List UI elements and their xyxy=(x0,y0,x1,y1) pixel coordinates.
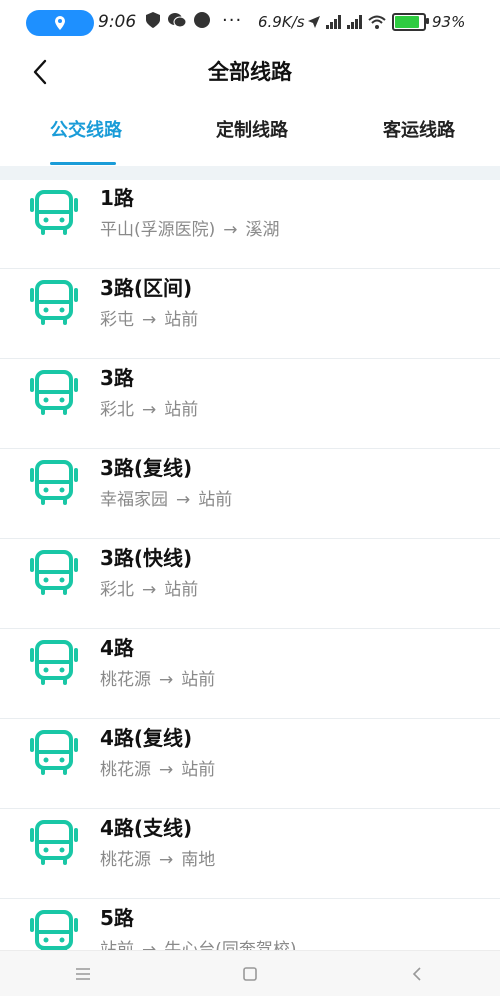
route-path: 桃花源 → 南地 xyxy=(100,845,215,870)
route-item[interactable]: 4路(支线) 桃花源 → 南地 xyxy=(0,808,500,899)
route-origin: 桃花源 xyxy=(100,850,151,870)
location-indicator[interactable] xyxy=(26,10,94,36)
bus-icon xyxy=(30,370,78,415)
menu-button[interactable] xyxy=(63,954,103,994)
route-origin: 桃花源 xyxy=(100,670,151,690)
battery-percent: 93% xyxy=(432,13,466,31)
route-destination: 站前 xyxy=(181,760,216,780)
bus-icon xyxy=(30,820,78,865)
wifi-icon xyxy=(368,15,386,29)
route-origin: 彩屯 xyxy=(100,310,134,330)
section-divider xyxy=(0,166,500,180)
page-title: 全部线路 xyxy=(208,60,292,84)
route-origin: 站前 xyxy=(100,940,134,950)
route-path: 彩北 → 站前 xyxy=(100,575,198,600)
home-square-icon xyxy=(243,966,257,981)
notification-icons xyxy=(146,12,210,28)
route-name: 4路 xyxy=(100,636,134,660)
shield-icon xyxy=(146,12,160,28)
network-speed: 6.9K/s xyxy=(258,13,305,31)
route-destination: 站前 xyxy=(198,490,233,510)
bus-icon xyxy=(30,280,78,325)
route-origin: 桃花源 xyxy=(100,760,151,780)
wechat-icon xyxy=(168,13,186,28)
signal-icon-1 xyxy=(326,15,341,29)
status-bar: 9:06 ··· 6.9K/s 93% xyxy=(0,0,500,44)
route-item[interactable]: 3路(区间) 彩屯 → 站前 xyxy=(0,268,500,359)
route-name: 4路(支线) xyxy=(100,816,193,840)
status-right: 93% xyxy=(308,13,465,31)
route-path: 桃花源 → 站前 xyxy=(100,755,215,780)
route-arrow: → xyxy=(142,310,157,330)
route-name: 4路(复线) xyxy=(100,726,193,750)
bus-icon xyxy=(30,190,78,235)
route-item[interactable]: 3路彩北 → 站前 xyxy=(0,358,500,449)
route-origin: 彩北 xyxy=(100,400,134,420)
bus-icon xyxy=(30,550,78,595)
route-item[interactable]: 1路平山(孚源医院) → 溪湖 xyxy=(0,180,500,269)
location-pin-icon xyxy=(55,16,65,30)
route-destination: 站前 xyxy=(164,400,199,420)
route-item[interactable]: 4路桃花源 → 站前 xyxy=(0,628,500,719)
route-origin: 平山(孚源医院) xyxy=(100,220,216,240)
route-arrow: → xyxy=(223,220,238,240)
route-name: 3路(快线) xyxy=(100,546,193,570)
route-destination: 站前 xyxy=(164,310,199,330)
route-path: 平山(孚源医院) → 溪湖 xyxy=(100,215,280,240)
app-header: 全部线路 xyxy=(0,44,500,100)
home-button[interactable] xyxy=(230,954,270,994)
tab-bus-routes[interactable]: 公交线路 xyxy=(50,116,122,142)
route-path: 幸福家园 → 站前 xyxy=(100,485,232,510)
route-arrow: → xyxy=(159,670,174,690)
route-destination: 站前 xyxy=(181,670,216,690)
nav-back-icon xyxy=(412,966,421,981)
route-destination: 南地 xyxy=(181,850,216,870)
route-destination: 牛心台(同奔驾校) xyxy=(164,940,297,950)
route-type-tabs: 公交线路 定制线路 客运线路 xyxy=(0,100,500,166)
route-name: 3路 xyxy=(100,366,134,390)
route-destination: 站前 xyxy=(164,580,199,600)
route-list[interactable]: 1路 平山(孚源医院) → 溪湖 3路(区间) 彩屯 → 站前 3路 彩北 → 站前 3路(复线) 幸福家… xyxy=(0,180,500,950)
route-arrow: → xyxy=(176,490,191,510)
active-tab-indicator xyxy=(50,162,116,165)
route-origin: 彩北 xyxy=(100,580,134,600)
route-arrow: → xyxy=(142,580,157,600)
navigation-arrow-icon xyxy=(308,16,320,28)
bus-icon xyxy=(30,730,78,775)
bus-icon xyxy=(30,460,78,505)
route-item[interactable]: 3路(复线) 幸福家园 → 站前 xyxy=(0,448,500,539)
tab-coach-routes[interactable]: 客运线路 xyxy=(383,116,455,142)
clock: 9:06 xyxy=(98,12,137,32)
route-destination: 溪湖 xyxy=(245,220,280,240)
route-arrow: → xyxy=(159,850,174,870)
route-path: 彩屯 → 站前 xyxy=(100,305,198,330)
route-origin: 幸福家园 xyxy=(100,490,168,510)
route-name: 5路 xyxy=(100,906,134,930)
route-path: 站前 → 牛心台(同奔驾校) xyxy=(100,935,297,950)
route-arrow: → xyxy=(159,760,174,780)
route-arrow: → xyxy=(142,940,157,950)
app-notification-icon xyxy=(194,12,210,28)
route-item[interactable]: 5路站前 → 牛心台(同奔驾校) xyxy=(0,898,500,950)
route-item[interactable]: 4路(复线) 桃花源 → 站前 xyxy=(0,718,500,809)
more-notifications-icon: ··· xyxy=(222,10,243,31)
nav-back-button[interactable] xyxy=(397,954,437,994)
route-name: 3路(复线) xyxy=(100,456,193,480)
route-item[interactable]: 3路(快线) 彩北 → 站前 xyxy=(0,538,500,629)
tab-custom-routes[interactable]: 定制线路 xyxy=(216,116,288,142)
route-name: 3路(区间) xyxy=(100,276,193,300)
bus-icon xyxy=(30,640,78,685)
route-arrow: → xyxy=(142,400,157,420)
route-path: 桃花源 → 站前 xyxy=(100,665,215,690)
signal-icon-2 xyxy=(347,15,362,29)
system-nav-bar xyxy=(0,950,500,996)
route-path: 彩北 → 站前 xyxy=(100,395,198,420)
battery-icon xyxy=(392,13,429,31)
menu-icon xyxy=(76,967,91,980)
route-name: 1路 xyxy=(100,186,134,210)
bus-icon xyxy=(30,910,78,950)
